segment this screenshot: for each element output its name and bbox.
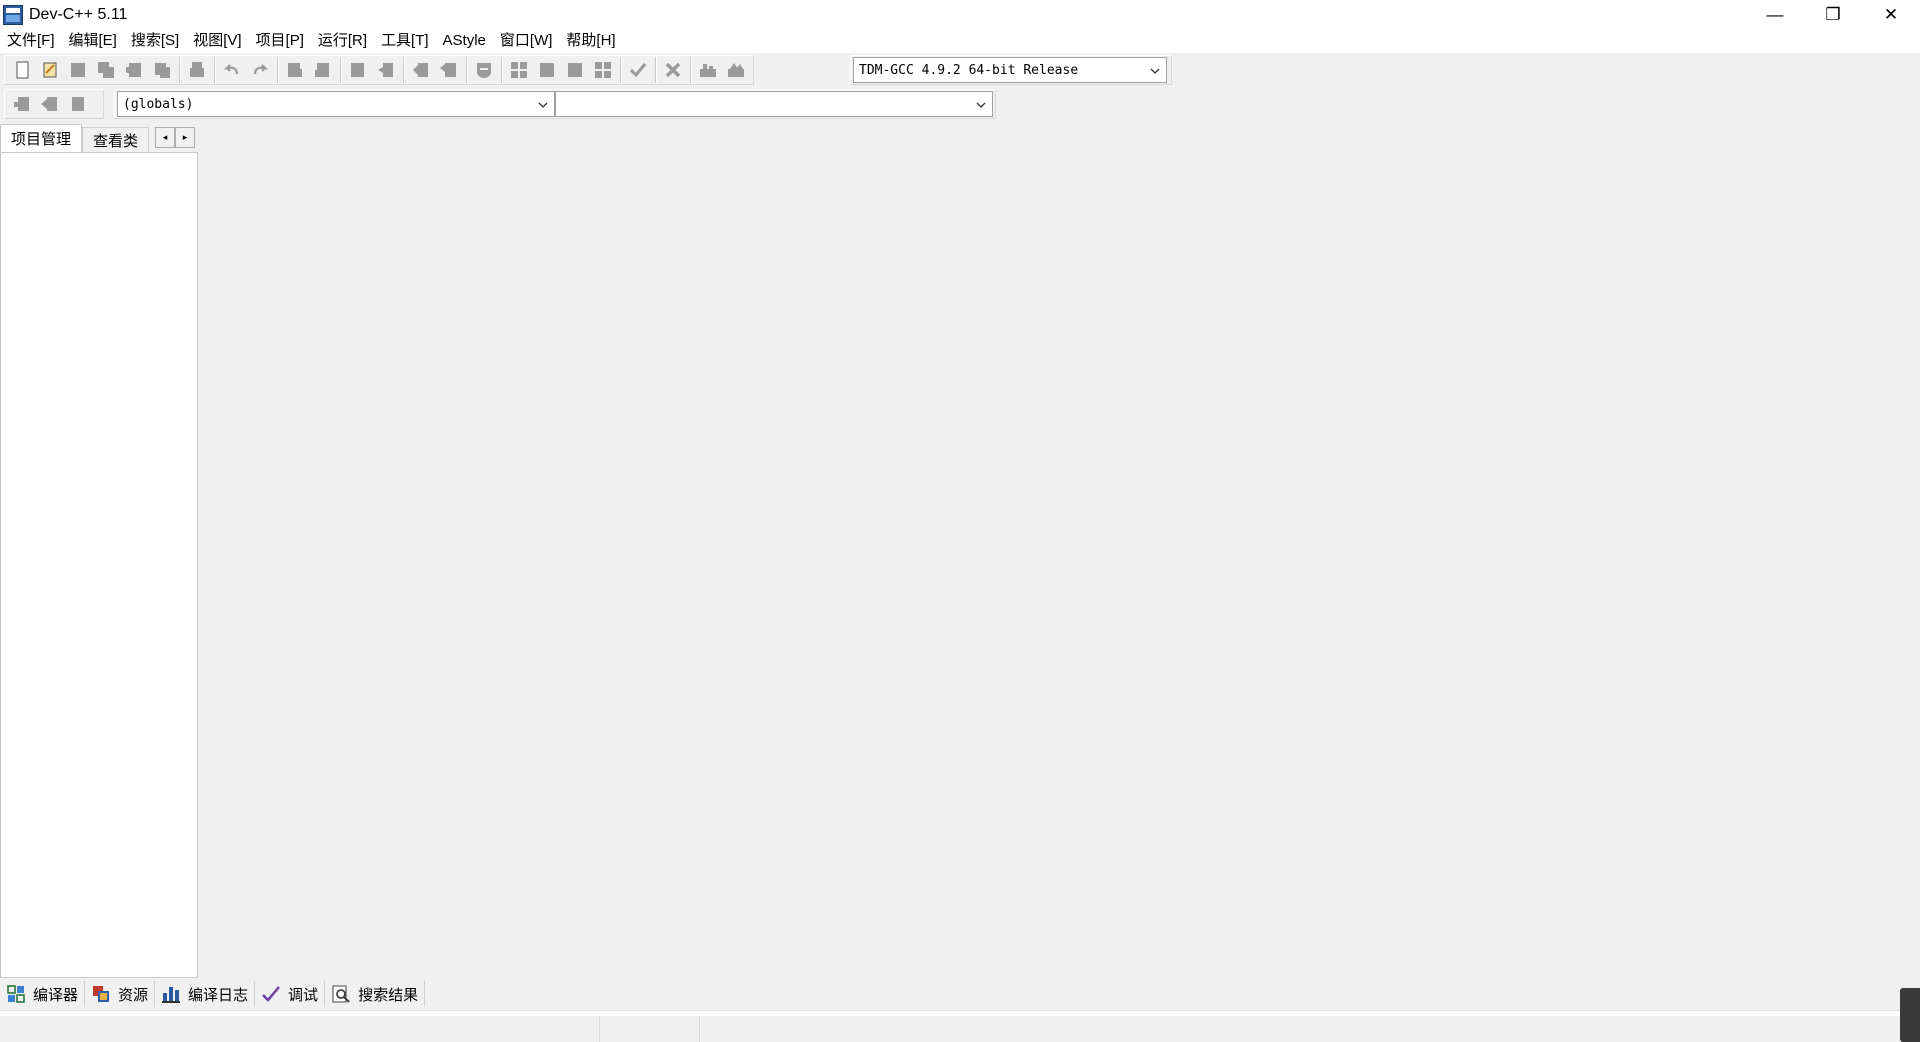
compiler-toolbar-group: TDM-GCC 4.9.2 64-bit Release [850,55,1172,85]
devcpp-app-icon [3,4,23,25]
status-bar [0,1016,1920,1042]
toolbar-separator [179,57,180,83]
window-controls: — ❐ ✕ [1746,0,1920,29]
window-title: Dev-C++ 5.11 [29,5,128,23]
profile-icon[interactable] [696,58,720,82]
stop-execution-icon[interactable] [661,58,685,82]
bar-chart-icon [161,984,181,1004]
close-button[interactable]: ✕ [1862,0,1920,29]
goto-line-icon[interactable] [374,58,398,82]
minimize-button[interactable]: — [1746,0,1804,29]
menu-run[interactable]: 运行[R] [311,29,374,53]
tab-class-view[interactable]: 查看类 [82,127,150,152]
restore-button[interactable]: ❐ [1804,0,1862,29]
compiler-select[interactable]: TDM-GCC 4.9.2 64-bit Release [853,57,1167,83]
title-bar: Dev-C++ 5.11 — ❐ ✕ [0,0,1920,29]
new-file-icon[interactable] [10,58,34,82]
tab-compile-log-label: 编译日志 [188,986,249,1004]
resources-icon [91,984,111,1004]
menu-bar: 文件[F] 编辑[E] 搜索[S] 视图[V] 项目[P] 运行[R] 工具[T… [0,29,1920,53]
add-to-project-icon[interactable] [38,92,62,116]
remove-from-project-icon[interactable] [66,92,90,116]
menu-search[interactable]: 搜索[S] [124,29,186,53]
status-panel-3 [700,1016,1900,1042]
tab-scroll-controls: ◂ ▸ [155,127,195,148]
status-panel-1 [0,1016,600,1042]
status-panel-2 [600,1016,700,1042]
replace-icon[interactable] [311,58,335,82]
save-all-icon[interactable] [94,58,118,82]
compiler-select-value: TDM-GCC 4.9.2 64-bit Release [859,62,1079,78]
rebuild-all-icon[interactable] [591,58,615,82]
toolbar-separator [277,57,278,83]
menu-window[interactable]: 窗口[W] [493,29,560,53]
project-toolbar-group [4,89,104,119]
tab-resources[interactable]: 资源 [85,981,156,1007]
syntax-check-icon[interactable] [626,58,650,82]
toolbar-separator [690,57,691,83]
tab-search-results-label: 搜索结果 [358,986,419,1004]
class-select-value: (globals) [123,96,194,112]
file-toolbar-group [4,55,754,85]
open-file-icon[interactable] [38,58,62,82]
delete-profile-icon[interactable] [724,58,748,82]
redo-icon[interactable] [248,58,272,82]
main-toolbar: TDM-GCC 4.9.2 64-bit Release [0,53,1920,86]
tab-scroll-right-button[interactable]: ▸ [175,127,195,148]
class-select[interactable]: (globals) [117,91,555,117]
toolbar-separator [214,57,215,83]
project-tree-panel[interactable] [0,152,198,978]
toolbar-separator [620,57,621,83]
menu-astyle[interactable]: AStyle [436,29,493,53]
toolbar-separator [403,57,404,83]
close-all-icon[interactable] [150,58,174,82]
menu-edit[interactable]: 编辑[E] [62,29,124,53]
toolbar-separator [655,57,656,83]
menu-project[interactable]: 项目[P] [249,29,311,53]
menu-tools[interactable]: 工具[T] [374,29,436,53]
compile-run-icon[interactable] [563,58,587,82]
tab-search-results[interactable]: 搜索结果 [325,981,426,1007]
magnifier-icon [331,984,351,1004]
class-toolbar: (globals) [0,87,1920,123]
menu-view[interactable]: 视图[V] [186,29,248,53]
tab-compile-log[interactable]: 编译日志 [155,981,256,1007]
find-next-icon[interactable] [346,58,370,82]
chevron-down-icon [976,102,986,108]
undo-icon[interactable] [220,58,244,82]
tab-compiler-label: 编译器 [33,986,79,1004]
toolbar-separator [466,57,467,83]
compile-icon[interactable] [507,58,531,82]
left-panel-tabs: 项目管理 查看类 [0,124,150,152]
toolbar-separator [501,57,502,83]
checkmark-icon [261,984,281,1004]
tab-compiler[interactable]: 编译器 [0,981,86,1007]
chevron-down-icon [1150,68,1160,74]
new-project-icon[interactable] [10,92,34,116]
editor-area[interactable] [198,124,1920,978]
compiler-grid-icon [6,984,26,1004]
save-icon[interactable] [66,58,90,82]
print-icon[interactable] [185,58,209,82]
indent-icon[interactable] [409,58,433,82]
member-select[interactable] [555,91,993,117]
chevron-down-icon [538,102,548,108]
bottom-panel-tabs: 编译器 资源 编译日志 调试 搜索结果 [0,980,426,1008]
menu-file[interactable]: 文件[F] [0,29,62,53]
tab-project-manager[interactable]: 项目管理 [0,124,83,152]
tab-debug[interactable]: 调试 [255,981,326,1007]
resize-grip[interactable] [1900,988,1920,1042]
find-icon[interactable] [283,58,307,82]
tab-resources-label: 资源 [118,986,149,1004]
menu-help[interactable]: 帮助[H] [559,29,622,53]
toggle-comment-icon[interactable] [472,58,496,82]
class-browser-toolbar-group: (globals) [114,89,996,119]
run-icon[interactable] [535,58,559,82]
close-file-icon[interactable] [122,58,146,82]
toolbar-separator [340,57,341,83]
unindent-icon[interactable] [437,58,461,82]
tab-debug-label: 调试 [288,986,319,1004]
tab-scroll-left-button[interactable]: ◂ [155,127,175,148]
